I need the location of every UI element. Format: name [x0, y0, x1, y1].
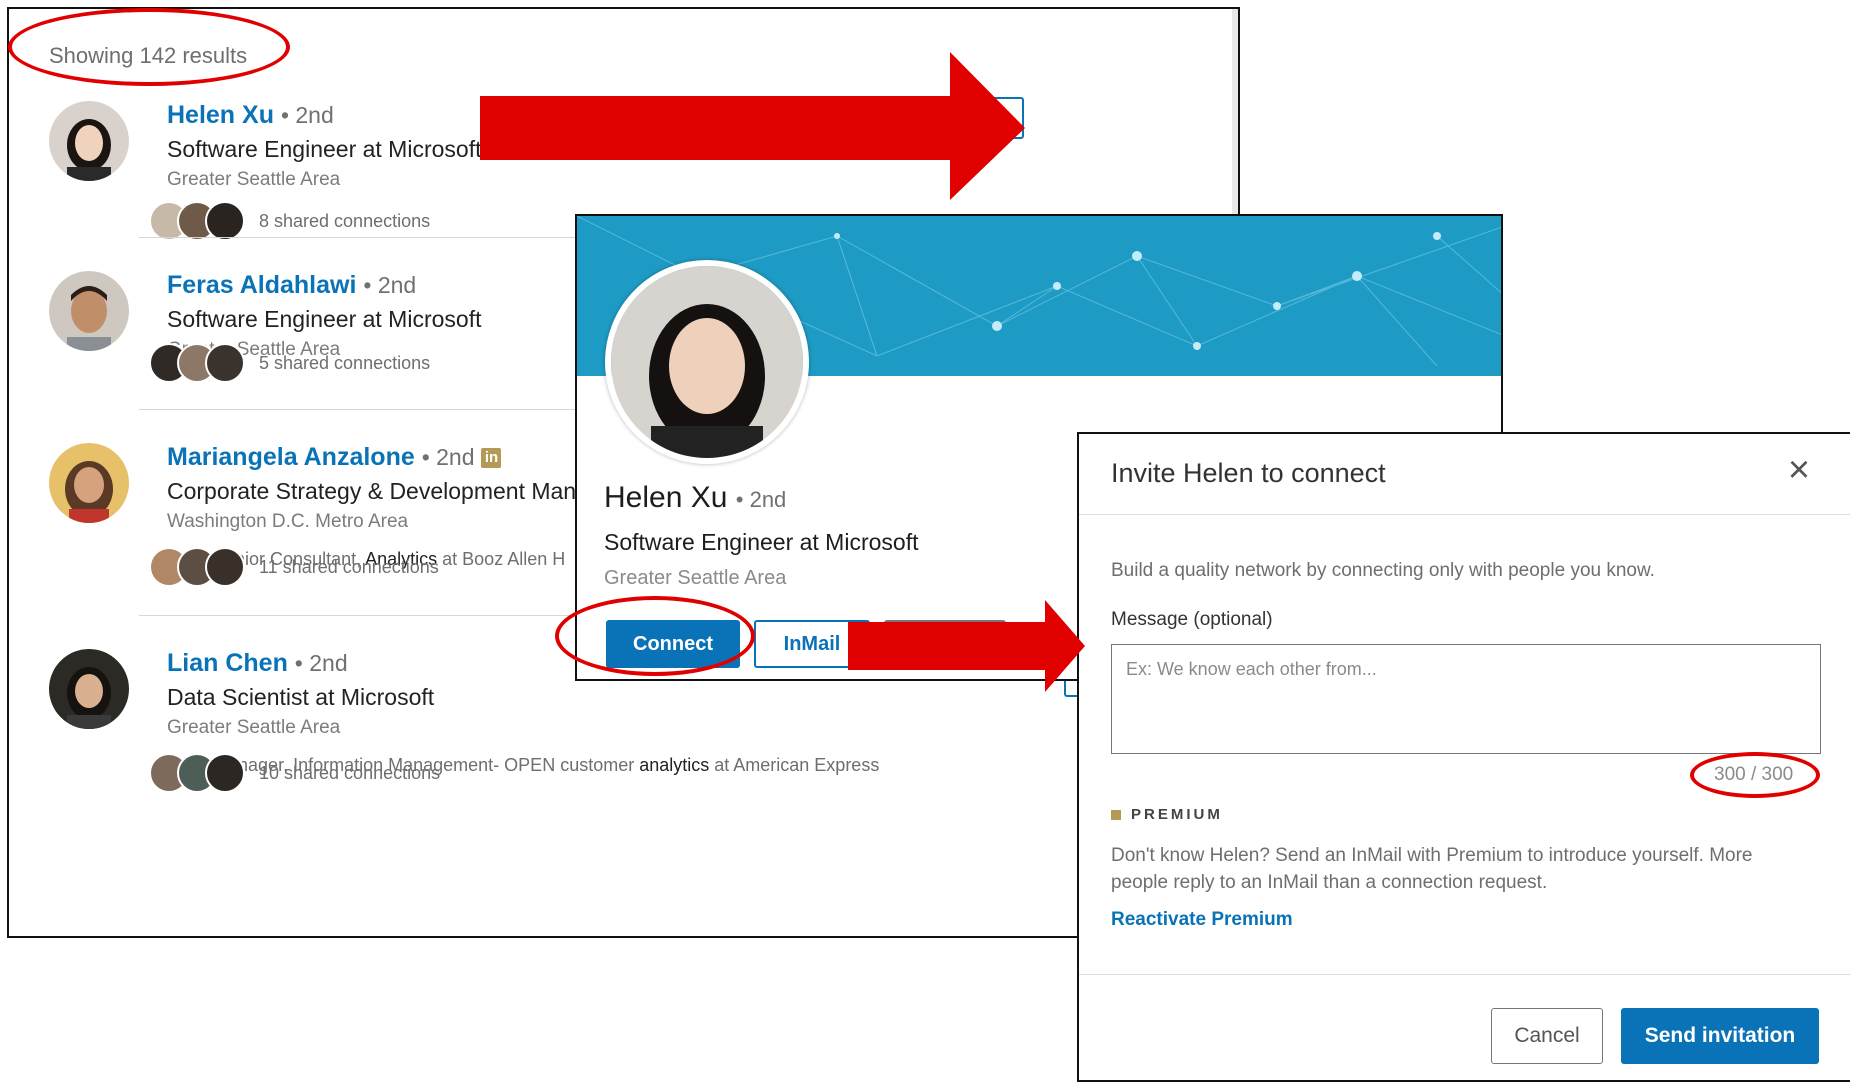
arrow-right-icon: [848, 600, 1085, 692]
annotation-arrows: [480, 52, 1085, 692]
highlight-ellipse: [8, 8, 290, 86]
arrow-right-icon: [480, 52, 1025, 200]
highlight-ellipse: [555, 596, 755, 676]
highlight-ellipse: [1690, 752, 1820, 798]
